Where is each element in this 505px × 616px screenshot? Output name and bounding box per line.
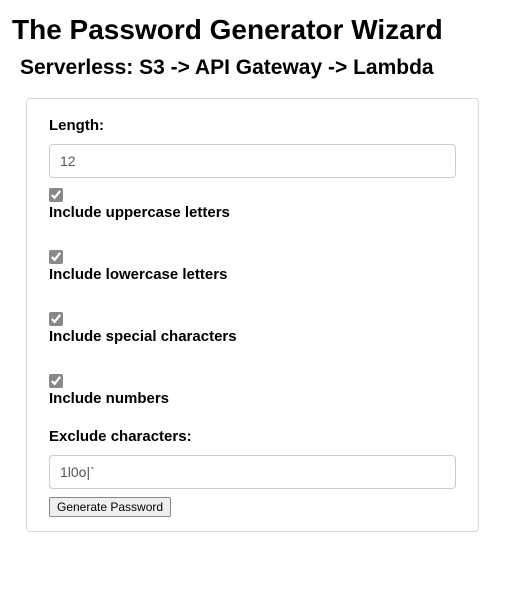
lowercase-row: Include lowercase letters: [49, 250, 456, 284]
page-title: The Password Generator Wizard: [12, 14, 493, 46]
uppercase-row: Include uppercase letters: [49, 188, 456, 222]
lowercase-label: Include lowercase letters: [49, 266, 227, 283]
length-label: Length:: [49, 117, 456, 134]
exclude-label: Exclude characters:: [49, 428, 456, 445]
uppercase-checkbox[interactable]: [49, 188, 63, 202]
special-label: Include special characters: [49, 328, 237, 345]
exclude-input[interactable]: [49, 455, 456, 489]
lowercase-checkbox[interactable]: [49, 250, 63, 264]
special-row: Include special characters: [49, 312, 456, 346]
numbers-label: Include numbers: [49, 390, 169, 407]
length-input[interactable]: [49, 144, 456, 178]
special-checkbox[interactable]: [49, 312, 63, 326]
generate-password-button[interactable]: Generate Password: [49, 497, 171, 517]
generator-panel: Length: Include uppercase letters Includ…: [26, 98, 479, 532]
numbers-row: Include numbers: [49, 374, 456, 408]
numbers-checkbox[interactable]: [49, 374, 63, 388]
uppercase-label: Include uppercase letters: [49, 204, 230, 221]
page-subtitle: Serverless: S3 -> API Gateway -> Lambda: [12, 56, 493, 80]
